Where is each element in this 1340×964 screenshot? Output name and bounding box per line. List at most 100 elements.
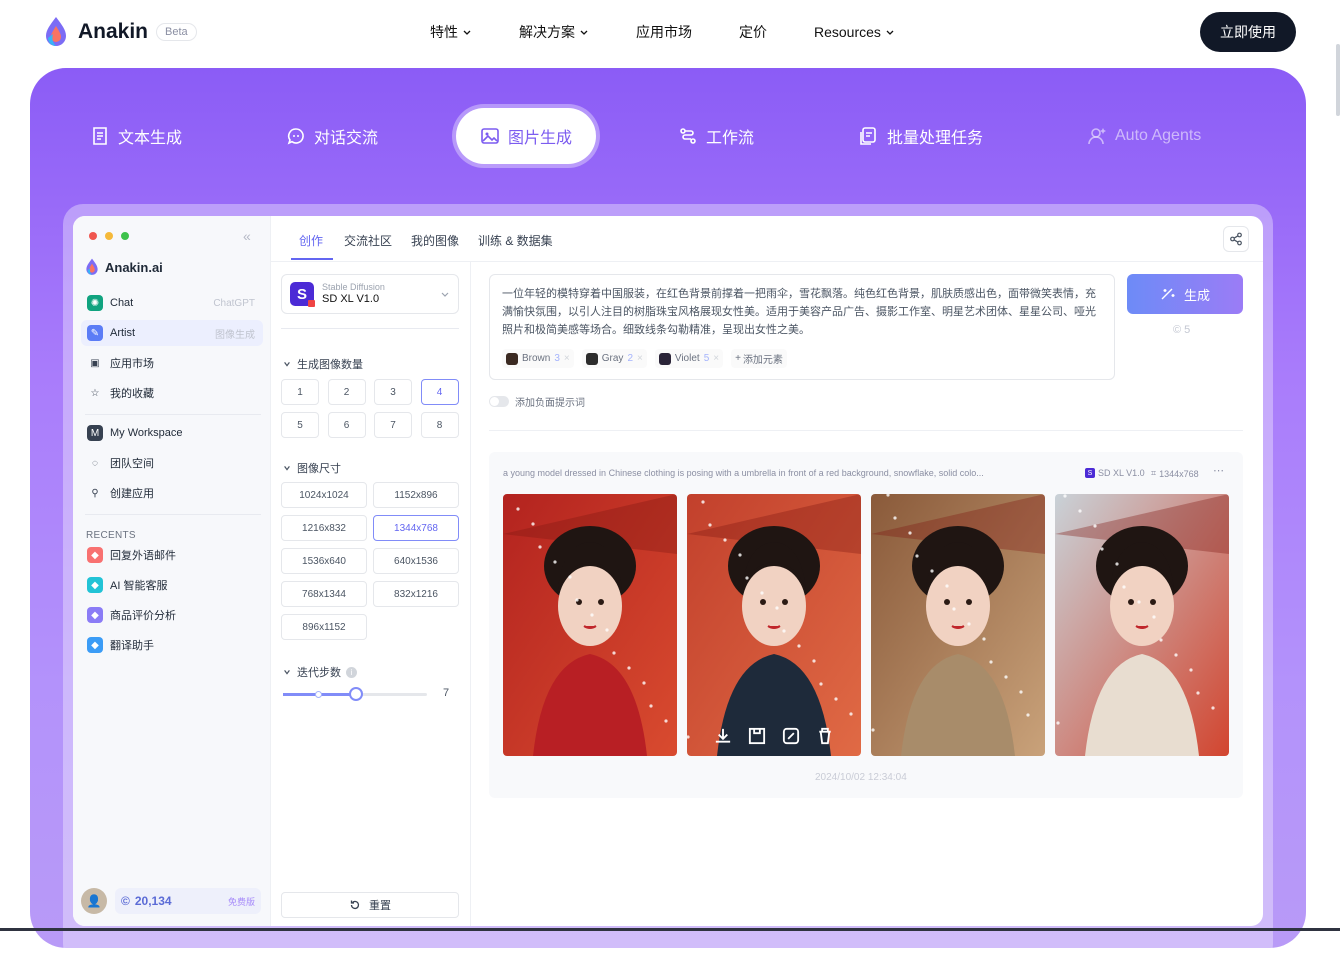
size-option[interactable]: 832x1216 xyxy=(373,581,459,607)
collapse-sidebar-icon[interactable]: « xyxy=(243,228,251,244)
feature-tab-6[interactable]: Auto Agents xyxy=(1087,108,1201,164)
recent-item-label: 回复外语邮件 xyxy=(110,550,176,562)
app-tab-1[interactable]: 创作 xyxy=(299,232,323,249)
app-tab-3[interactable]: 我的图像 xyxy=(411,232,459,249)
feature-tab-4[interactable]: 工作流 xyxy=(678,108,754,164)
sidebar-item-4[interactable]: ☆ 我的收藏 xyxy=(81,380,263,406)
workspace-item-3[interactable]: ⚲ 创建应用 xyxy=(81,480,263,506)
result-caption: a young model dressed in Chinese clothin… xyxy=(503,468,984,478)
size-option[interactable]: 896x1152 xyxy=(281,614,367,640)
steps-section-title[interactable]: 迭代步数 i xyxy=(283,664,357,680)
delete-icon[interactable] xyxy=(815,726,835,746)
recent-item-1[interactable]: ◆ 回复外语邮件 xyxy=(81,542,263,568)
count-option[interactable]: 7 xyxy=(374,412,412,438)
app-tab-4[interactable]: 训练 & 数据集 xyxy=(478,232,553,249)
feature-tab-label: 批量处理任务 xyxy=(887,130,984,147)
app-top-tabs: 创作 交流社区 我的图像 训练 & 数据集 xyxy=(271,216,1263,262)
recent-item-label: 商品评价分析 xyxy=(110,610,176,622)
app-tab-2[interactable]: 交流社区 xyxy=(344,232,392,249)
count-option[interactable]: 4 xyxy=(420,379,459,405)
nav-menu-item[interactable]: 应用市场 xyxy=(636,22,692,42)
chevron-down-icon xyxy=(886,30,894,35)
plus-icon: + xyxy=(735,353,741,364)
generated-image-1[interactable] xyxy=(503,494,677,756)
prompt-input[interactable]: 一位年轻的模特穿着中国服装，在红色背景前撑着一把雨伞，雪花飘落。纯色红色背景，肌… xyxy=(489,274,1115,380)
recent-item-2[interactable]: ◆ AI 智能客服 xyxy=(81,572,263,598)
avatar[interactable]: 👤 xyxy=(81,888,107,914)
steps-title: 迭代步数 xyxy=(297,667,341,679)
nav-menu-item[interactable]: Resources xyxy=(814,22,895,42)
reset-button[interactable]: 重置 xyxy=(281,892,459,918)
remove-chip-icon[interactable]: × xyxy=(564,353,570,364)
element-label: Violet xyxy=(674,353,700,364)
start-now-button[interactable]: 立即使用 xyxy=(1200,12,1296,52)
feature-tab-1[interactable]: 文本生成 xyxy=(90,108,182,164)
size-section-title[interactable]: 图像尺寸 xyxy=(283,460,341,476)
minimize-dot[interactable] xyxy=(105,232,113,240)
prompt-text[interactable]: 一位年轻的模特穿着中国服装，在红色背景前撑着一把雨伞，雪花飘落。纯色红色背景，肌… xyxy=(502,285,1102,339)
sidebar-item-label: 应用市场 xyxy=(110,358,154,370)
negative-prompt-toggle[interactable]: 添加负面提示词 xyxy=(489,394,585,409)
nav-menu-item[interactable]: 特性 xyxy=(430,22,472,42)
recent-item-3[interactable]: ◆ 商品评价分析 xyxy=(81,602,263,628)
add-element-button[interactable]: + 添加元素 xyxy=(731,349,787,368)
nav-menu-item[interactable]: 定价 xyxy=(739,22,767,42)
generate-button[interactable]: 生成 xyxy=(1127,274,1243,314)
share-button[interactable] xyxy=(1223,226,1249,252)
element-chip[interactable]: Brown 3 × xyxy=(502,349,574,368)
more-options-icon[interactable]: ⋯ xyxy=(1213,464,1224,477)
steps-slider[interactable] xyxy=(283,687,427,701)
remove-chip-icon[interactable]: × xyxy=(637,353,643,364)
main-menu: 特性 解决方案 应用市场 定价 Resources xyxy=(430,22,942,42)
nav-menu-label: Resources xyxy=(814,24,881,40)
info-icon[interactable]: i xyxy=(346,666,357,678)
feature-tab-3[interactable]: 图片生成 xyxy=(456,108,597,164)
size-option[interactable]: 1024x1024 xyxy=(281,482,367,508)
sidebar-item-3[interactable]: ▣ 应用市场 xyxy=(81,350,263,376)
remove-chip-icon[interactable]: × xyxy=(713,353,719,364)
sidebar-item-1[interactable]: ✺ Chat ChatGPT xyxy=(81,290,263,316)
chevron-down-icon xyxy=(441,292,449,297)
recent-item-4[interactable]: ◆ 翻译助手 xyxy=(81,632,263,658)
slider-handle[interactable] xyxy=(349,687,363,701)
workspace-item-2[interactable]: ◌ 团队空间 xyxy=(81,450,263,476)
count-option[interactable]: 5 xyxy=(281,412,319,438)
count-option[interactable]: 2 xyxy=(327,379,366,405)
feature-tab-2[interactable]: 对话交流 xyxy=(286,108,378,164)
maximize-dot[interactable] xyxy=(121,232,129,240)
count-option[interactable]: 8 xyxy=(420,412,459,438)
size-option[interactable]: 768x1344 xyxy=(281,581,367,607)
nav-menu-item[interactable]: 解决方案 xyxy=(519,22,589,42)
element-chip[interactable]: Gray 2 × xyxy=(581,349,647,368)
size-option[interactable]: 1536x640 xyxy=(281,548,367,574)
count-option[interactable]: 1 xyxy=(281,379,319,405)
sidebar-item-label: 我的收藏 xyxy=(110,388,154,400)
element-chip[interactable]: Violet 5 × xyxy=(654,349,724,368)
count-option[interactable]: 3 xyxy=(374,379,412,405)
generated-image-3[interactable] xyxy=(871,494,1045,756)
generated-image-2[interactable] xyxy=(687,494,861,756)
edit-image-icon[interactable] xyxy=(781,726,801,746)
count-section-title[interactable]: 生成图像数量 xyxy=(283,356,363,372)
app-icon: ◆ xyxy=(87,577,103,593)
size-option[interactable]: 640x1536 xyxy=(373,548,459,574)
save-icon[interactable] xyxy=(747,726,767,746)
download-icon[interactable] xyxy=(713,726,733,746)
size-option[interactable]: 1152x896 xyxy=(373,482,459,508)
size-option[interactable]: 1216x832 xyxy=(281,515,367,541)
workspace-icon: M xyxy=(87,425,103,441)
size-option[interactable]: 1344x768 xyxy=(373,515,459,541)
credit-icon: © xyxy=(1173,324,1182,336)
count-option[interactable]: 6 xyxy=(327,412,366,438)
toggle-switch[interactable] xyxy=(489,396,509,407)
flame-logo-icon xyxy=(46,17,66,46)
sidebar-item-2[interactable]: ✎ Artist 图像生成 xyxy=(81,320,263,346)
feature-tab-5[interactable]: 批量处理任务 xyxy=(859,108,983,164)
page-scrollbar[interactable] xyxy=(1336,44,1340,116)
close-dot[interactable] xyxy=(89,232,97,240)
generated-image-4[interactable] xyxy=(1055,494,1229,756)
model-select[interactable]: S Stable Diffusion SD XL V1.0 xyxy=(281,274,459,314)
workspace-item-1[interactable]: M My Workspace xyxy=(81,420,263,446)
anakin-logo[interactable]: Anakin Beta xyxy=(44,16,197,48)
credits-box[interactable]: © 20,134 免费版 xyxy=(115,888,261,914)
